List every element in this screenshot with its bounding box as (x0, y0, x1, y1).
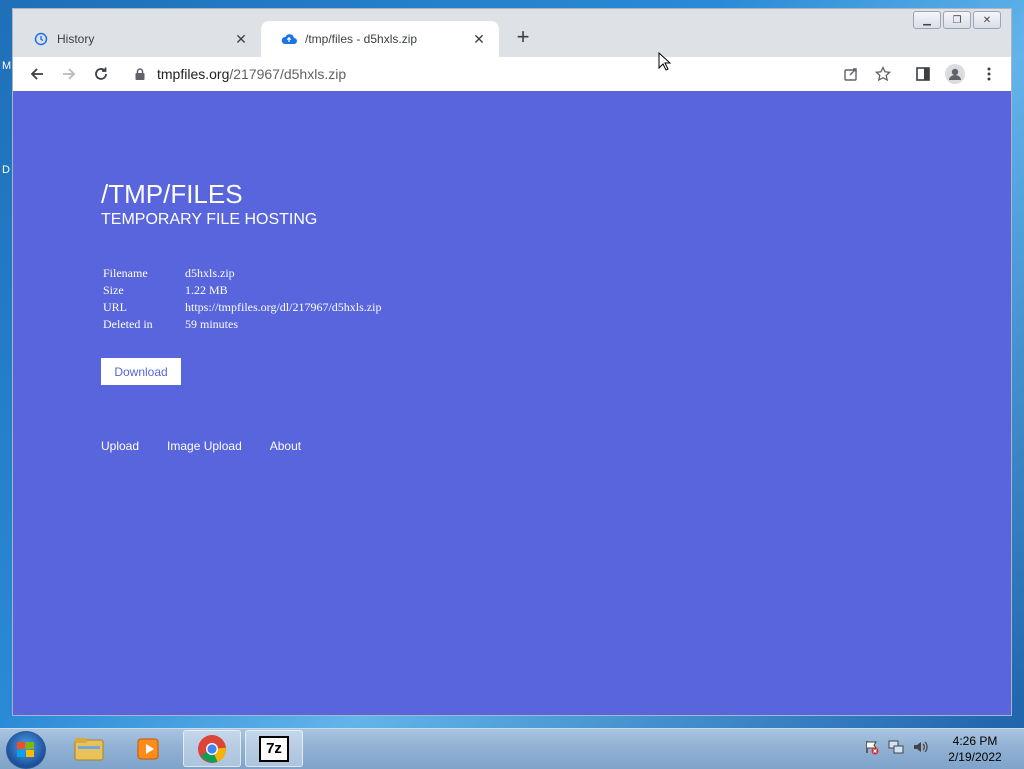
info-key: URL (103, 300, 127, 314)
file-explorer-icon (74, 737, 104, 760)
clock-date: 2/19/2022 (948, 750, 1002, 764)
url-path: /217967/d5hxls.zip (229, 66, 347, 82)
arrow-right-icon (63, 68, 76, 80)
share-icon (844, 68, 857, 81)
start-button[interactable] (6, 731, 46, 769)
download-button[interactable]: Download (101, 358, 181, 385)
side-panel-icon (916, 67, 930, 81)
taskbar-app-explorer[interactable] (60, 730, 118, 767)
cloud-upload-icon (281, 31, 297, 47)
table-row: Size 1.22 MB (101, 282, 383, 299)
info-value: d5hxls.zip (185, 266, 235, 280)
taskbar-clock[interactable]: 4:26 PM 2/19/2022 (936, 733, 1014, 765)
network-icon[interactable] (888, 739, 904, 755)
page-content: /TMP/FILES TEMPORARY FILE HOSTING Filena… (13, 91, 1011, 715)
star-icon (875, 66, 891, 82)
taskbar-app-7zip[interactable]: 7z (245, 730, 303, 767)
windows-logo-icon (17, 742, 34, 757)
reload-button[interactable] (89, 62, 113, 86)
page-title: /TMP/FILES (101, 179, 243, 209)
minimize-button[interactable]: ▁ (913, 11, 941, 29)
desktop-edge-text: D (2, 164, 10, 176)
table-row: Deleted in 59 minutes (101, 316, 383, 333)
7zip-icon: 7z (259, 735, 289, 762)
info-key: Deleted in (103, 317, 153, 331)
tab-tmpfiles[interactable]: /tmp/files - d5hxls.zip ✕ (261, 21, 499, 57)
arrow-left-icon (30, 68, 43, 80)
kebab-menu-icon (987, 67, 991, 81)
window-controls: ▁ ❐ ✕ (913, 11, 1001, 29)
menu-button[interactable] (977, 62, 1001, 86)
lock-icon (135, 68, 145, 80)
side-panel-button[interactable] (911, 62, 935, 86)
browser-toolbar: tmpfiles.org/217967/d5hxls.zip (13, 57, 1011, 92)
profile-icon (945, 64, 965, 84)
tab-title: History (57, 32, 95, 46)
taskbar: 7z 4:26 PM 2/19/2022 (0, 728, 1024, 769)
footer-nav: Upload Image Upload About (101, 439, 301, 453)
desktop-edge-text: M (2, 60, 12, 72)
profile-button[interactable] (943, 62, 967, 86)
info-key: Size (103, 283, 124, 297)
info-value: https://tmpfiles.org/dl/217967/d5hxls.zi… (185, 300, 382, 314)
info-key: Filename (103, 266, 148, 280)
url-text: tmpfiles.org/217967/d5hxls.zip (157, 66, 346, 82)
volume-icon[interactable] (912, 739, 928, 755)
nav-link-upload[interactable]: Upload (101, 439, 139, 453)
system-tray (864, 739, 928, 755)
address-bar[interactable]: tmpfiles.org/217967/d5hxls.zip (121, 60, 885, 88)
new-tab-button[interactable]: + (511, 24, 535, 49)
media-player-icon (137, 738, 159, 759)
taskbar-app-media-player[interactable] (120, 730, 178, 767)
info-value: 59 minutes (185, 317, 238, 331)
browser-window: History ✕ /tmp/files - d5hxls.zip ✕ + ▁ … (12, 8, 1012, 716)
reload-icon (95, 67, 107, 80)
close-icon[interactable]: ✕ (233, 31, 249, 47)
action-center-icon[interactable] (864, 739, 880, 755)
url-host: tmpfiles.org (157, 66, 230, 82)
mouse-cursor-icon (658, 52, 672, 71)
close-icon[interactable]: ✕ (471, 31, 487, 47)
clock-time: 4:26 PM (952, 734, 998, 748)
nav-link-about[interactable]: About (270, 439, 301, 453)
file-info-table: Filename d5hxls.zip Size 1.22 MB URL https:… (101, 265, 383, 333)
forward-button[interactable] (57, 62, 81, 86)
tab-strip: History ✕ /tmp/files - d5hxls.zip ✕ + ▁ … (13, 9, 1011, 57)
page-subtitle: TEMPORARY FILE HOSTING (101, 211, 318, 228)
restore-button[interactable]: ❐ (943, 11, 971, 29)
table-row: URL https://tmpfiles.org/dl/217967/d5hxls… (101, 299, 383, 316)
bookmark-button[interactable] (871, 62, 895, 86)
nav-link-image-upload[interactable]: Image Upload (167, 439, 242, 453)
close-window-button[interactable]: ✕ (973, 11, 1001, 29)
history-icon (33, 31, 49, 47)
tab-title: /tmp/files - d5hxls.zip (305, 32, 418, 46)
table-row: Filename d5hxls.zip (101, 265, 383, 282)
info-value: 1.22 MB (185, 283, 228, 297)
tab-history[interactable]: History ✕ (13, 21, 261, 57)
chrome-icon (198, 734, 226, 763)
taskbar-app-chrome[interactable] (183, 730, 241, 767)
share-button[interactable] (839, 62, 863, 86)
back-button[interactable] (25, 62, 49, 86)
